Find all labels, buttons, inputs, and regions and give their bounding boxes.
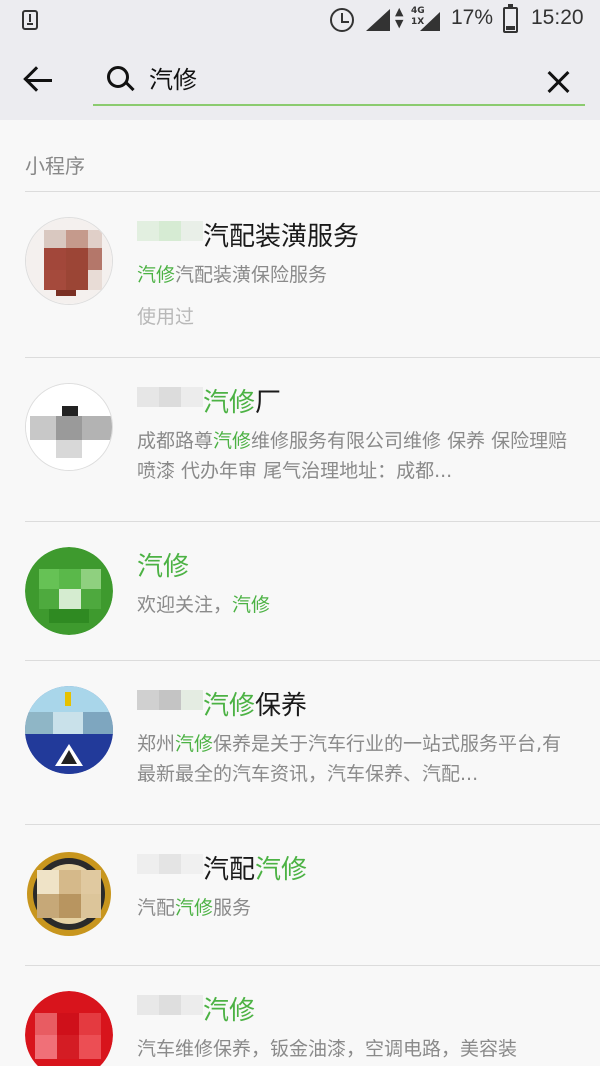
list-item[interactable]: 汽配装潢服务 汽修汽配装潢保险服务 使用过 [0,192,600,357]
data-arrows-icon: ▲ ▼ [395,5,404,30]
search-results[interactable]: 小程序 汽配装潢服务 汽修汽配装潢保险服务 使用过 汽修厂 成都路尊汽修维修服务… [0,120,600,1066]
result-description: 欢迎关注，汽修 [137,594,271,616]
result-description: 汽配汽修服务 [137,897,252,919]
search-box[interactable]: 汽修 [93,56,585,106]
avatar [25,686,113,774]
list-item[interactable]: 汽修 欢迎关注，汽修 [0,522,600,660]
result-title: 汽修保养 [137,685,307,727]
list-item[interactable]: 汽修保养 郑州汽修保养是关于汽车行业的一站式服务平台,有最新最全的汽车资讯，汽车… [0,661,600,824]
battery-percent: 17% [451,6,494,29]
close-icon[interactable] [543,66,575,98]
result-description: 成都路尊汽修维修服务有限公司维修 保养 保险理赔 喷漆 代办年审 尾气治理地址：… [137,430,568,482]
list-item[interactable]: 汽配汽修 汽配汽修服务 [0,825,600,965]
result-title: 汽修厂 [137,382,281,424]
search-icon [105,64,135,94]
avatar [25,991,113,1066]
download-icon [22,10,38,30]
result-title: 汽修 [137,990,255,1032]
avatar [25,850,113,938]
result-description: 汽修汽配装潢保险服务 [137,264,328,286]
used-label: 使用过 [137,306,195,328]
battery-icon [503,4,518,33]
avatar [25,547,113,635]
avatar [25,383,113,471]
result-title: 汽配装潢服务 [137,216,359,258]
clock: 15:20 [531,6,584,29]
section-title: 小程序 [25,154,85,178]
signal-icon [420,12,440,31]
alarm-icon [330,8,354,32]
result-description: 汽车维修保养，钣金油漆，空调电路，美容装 [137,1038,518,1060]
result-description: 郑州汽修保养是关于汽车行业的一站式服务平台,有最新最全的汽车资讯，汽车保养、汽配… [137,733,562,785]
search-input[interactable]: 汽修 [149,62,529,98]
list-item[interactable]: 汽修厂 成都路尊汽修维修服务有限公司维修 保养 保险理赔 喷漆 代办年审 尾气治… [0,358,600,521]
blurred-name [137,992,203,1032]
blurred-name [137,218,203,258]
blurred-name [137,384,203,424]
status-bar: ▲ ▼ 4G 1X 17% 15:20 [0,0,600,42]
back-button[interactable] [20,62,60,98]
list-item[interactable]: 汽修 汽车维修保养，钣金油漆，空调电路，美容装 [0,966,600,1066]
avatar [25,217,113,305]
result-title: 汽修 [137,552,190,582]
signal-icon [366,9,390,31]
search-header: 汽修 [0,42,600,120]
blurred-name [137,687,203,727]
result-title: 汽配汽修 [137,849,307,891]
blurred-name [137,851,203,891]
